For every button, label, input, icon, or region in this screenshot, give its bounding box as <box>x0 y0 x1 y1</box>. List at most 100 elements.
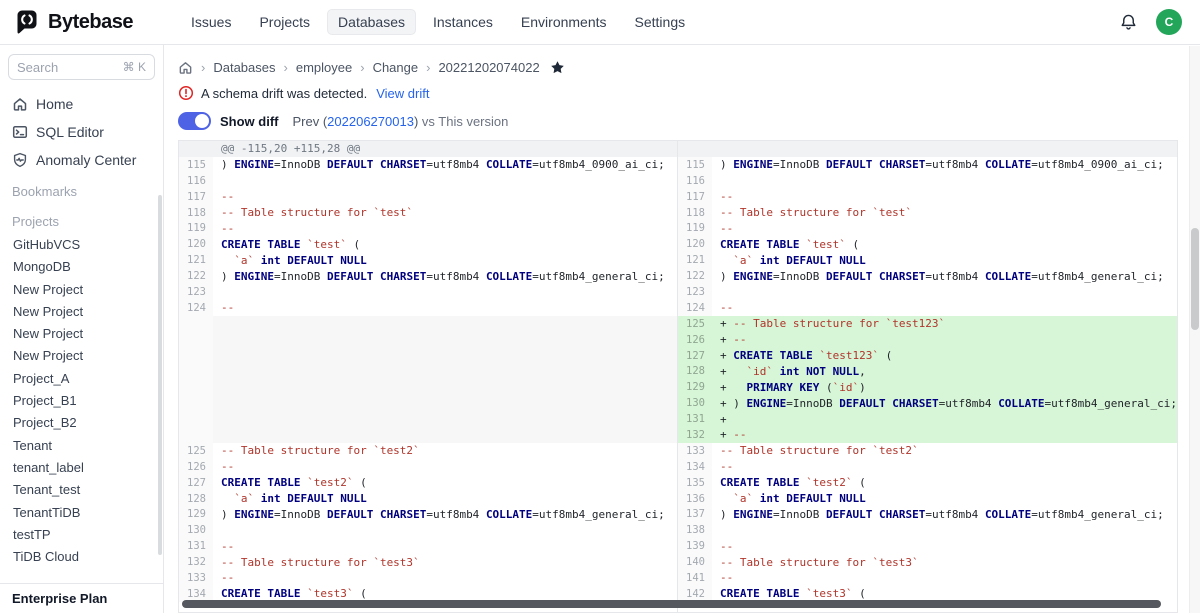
code-text: -- <box>712 538 1177 554</box>
search-input[interactable] <box>17 60 123 75</box>
code-text <box>213 395 677 411</box>
code-text: ) ENGINE=InnoDB DEFAULT CHARSET=utf8mb4 … <box>213 268 677 284</box>
line-number: 122 <box>678 268 712 284</box>
page-body: ⌘ K Home SQL Editor <box>0 45 1200 613</box>
code-text: -- <box>712 459 1177 475</box>
avatar[interactable]: C <box>1156 9 1182 35</box>
nav-item-instances[interactable]: Instances <box>422 9 504 35</box>
nav-item-projects[interactable]: Projects <box>248 9 321 35</box>
code-text: CREATE TABLE `test` ( <box>213 236 677 252</box>
sidebar-project-item[interactable]: Project_B1 <box>0 390 163 412</box>
code-text: -- <box>213 189 677 205</box>
line-number <box>179 363 213 379</box>
sidebar-scrollbar[interactable] <box>158 195 162 555</box>
prev-suffix: ) <box>414 114 422 129</box>
code-text <box>213 173 677 189</box>
sidebar-project-item[interactable]: New Project <box>0 279 163 301</box>
code-text: -- <box>213 570 677 586</box>
diff-line: 140-- Table structure for `test3` <box>678 554 1177 570</box>
diff-line: 127CREATE TABLE `test2` ( <box>179 475 677 491</box>
breadcrumb-item[interactable]: Change <box>373 60 419 75</box>
sidebar-project-item[interactable]: testTP <box>0 524 163 546</box>
breadcrumb-item: 20221202074022 <box>438 60 539 75</box>
code-text <box>213 427 677 443</box>
code-text: -- <box>712 220 1177 236</box>
code-text: CREATE TABLE `test2` ( <box>213 475 677 491</box>
breadcrumb-home-icon[interactable] <box>178 60 193 75</box>
page-scrollbar-thumb[interactable] <box>1191 228 1199 330</box>
version-compare-text: Prev (202206270013) vs This version <box>293 114 509 129</box>
prev-version-link[interactable]: 202206270013 <box>327 114 414 129</box>
diff-hunk-header <box>678 141 1177 157</box>
sidebar-item-label: Anomaly Center <box>36 152 136 168</box>
sidebar-project-item[interactable]: New Project <box>0 345 163 367</box>
sidebar-item-label: SQL Editor <box>36 124 104 140</box>
anomaly-center-icon <box>12 152 28 168</box>
toggle-knob <box>195 114 209 128</box>
nav-item-settings[interactable]: Settings <box>624 9 697 35</box>
drift-alert-message: A schema drift was detected. <box>201 86 367 101</box>
diff-filler-line <box>179 316 677 332</box>
nav-item-issues[interactable]: Issues <box>180 9 242 35</box>
sidebar-project-item[interactable]: Tenant <box>0 435 163 457</box>
code-text: ) ENGINE=InnoDB DEFAULT CHARSET=utf8mb4 … <box>712 268 1177 284</box>
bell-icon[interactable] <box>1119 13 1138 32</box>
diff-filler-line <box>179 427 677 443</box>
sidebar-project-item[interactable]: Project_B2 <box>0 412 163 434</box>
sidebar-project-item[interactable]: TenantTiDB <box>0 502 163 524</box>
horizontal-scrollbar[interactable] <box>182 600 1161 608</box>
code-text: -- Table structure for `test2` <box>213 443 677 459</box>
code-text <box>712 173 1177 189</box>
sidebar-project-item[interactable]: New Project <box>0 301 163 323</box>
diff-filler-line <box>179 363 677 379</box>
sidebar-project-item[interactable]: tenant_label <box>0 457 163 479</box>
sidebar-project-item[interactable]: New Project <box>0 323 163 345</box>
diff-line: 133-- Table structure for `test2` <box>678 443 1177 459</box>
line-number <box>179 332 213 348</box>
code-text: CREATE TABLE `test` ( <box>712 236 1177 252</box>
star-icon[interactable] <box>550 60 565 75</box>
code-text <box>213 332 677 348</box>
line-number: 119 <box>179 220 213 236</box>
line-number <box>678 141 712 157</box>
schema-drift-alert: A schema drift was detected. View drift <box>178 84 1178 102</box>
diff-line: 127+ CREATE TABLE `test123` ( <box>678 348 1177 364</box>
vs-label: vs This version <box>422 114 508 129</box>
line-number: 129 <box>179 506 213 522</box>
show-diff-toggle[interactable] <box>178 112 211 130</box>
sidebar-project-item[interactable]: Project_A <box>0 368 163 390</box>
breadcrumb-items: ›Databases›employee›Change›2022120207402… <box>193 60 540 75</box>
code-text <box>712 141 1177 157</box>
diff-line: 139-- <box>678 538 1177 554</box>
sidebar-item-anomaly-center[interactable]: Anomaly Center <box>0 146 163 174</box>
sidebar-item-sql-editor[interactable]: SQL Editor <box>0 118 163 146</box>
breadcrumb-item[interactable]: employee <box>296 60 352 75</box>
sidebar-project-item[interactable]: Tenant_test <box>0 479 163 501</box>
code-text: -- Table structure for `test3` <box>213 554 677 570</box>
code-text <box>213 363 677 379</box>
line-number: 126 <box>678 332 712 348</box>
bytebase-logo[interactable]: Bytebase <box>14 9 164 35</box>
diff-filler-line <box>179 379 677 395</box>
sidebar-project-item[interactable]: TiDB Cloud <box>0 546 163 568</box>
line-number: 128 <box>179 491 213 507</box>
view-drift-link[interactable]: View drift <box>376 86 429 101</box>
sidebar-item-home[interactable]: Home <box>0 90 163 118</box>
diff-line: 141-- <box>678 570 1177 586</box>
diff-line: 137) ENGINE=InnoDB DEFAULT CHARSET=utf8m… <box>678 506 1177 522</box>
diff-controls: Show diff Prev (202206270013) vs This ve… <box>178 111 1178 131</box>
nav-item-databases[interactable]: Databases <box>327 9 416 35</box>
search-box[interactable]: ⌘ K <box>8 54 155 80</box>
diff-line: 131+ <box>678 411 1177 427</box>
sidebar-project-item[interactable]: GitHubVCS <box>0 234 163 256</box>
brand-name: Bytebase <box>48 11 133 34</box>
code-text: -- <box>213 538 677 554</box>
projects-list: GitHubVCSMongoDBNew ProjectNew ProjectNe… <box>0 234 163 568</box>
prev-prefix: Prev ( <box>293 114 328 129</box>
diff-line: 132+ -- <box>678 427 1177 443</box>
code-text: -- Table structure for `test` <box>712 205 1177 221</box>
sidebar-project-item[interactable]: MongoDB <box>0 256 163 278</box>
breadcrumb-item[interactable]: Databases <box>213 60 275 75</box>
nav-item-environments[interactable]: Environments <box>510 9 618 35</box>
line-number: 128 <box>678 363 712 379</box>
